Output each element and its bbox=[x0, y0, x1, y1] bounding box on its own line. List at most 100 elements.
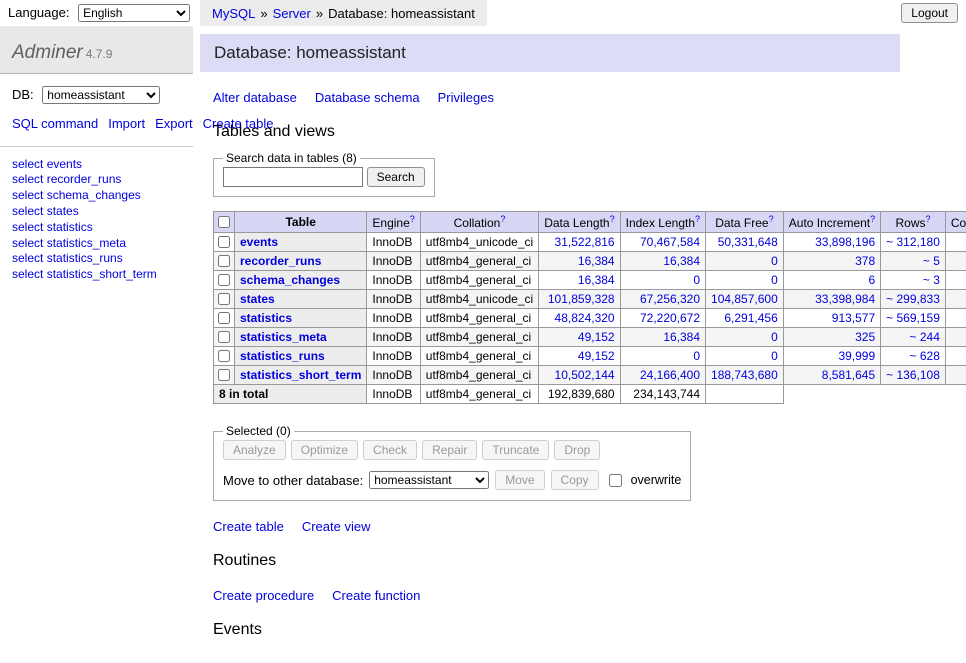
index-length-link-states[interactable]: 67,256,320 bbox=[640, 292, 700, 306]
data-free-link-statistics[interactable]: 6,291,456 bbox=[724, 311, 777, 325]
table-name-link-events[interactable]: events bbox=[240, 235, 278, 249]
help-link-collation[interactable]: ? bbox=[500, 214, 505, 224]
data-free-link-schema-changes[interactable]: 0 bbox=[771, 273, 778, 287]
row-checkbox-statistics-short-term[interactable] bbox=[218, 369, 230, 381]
drop-button[interactable]: Drop bbox=[554, 440, 600, 460]
index-length-link-schema-changes[interactable]: 0 bbox=[693, 273, 700, 287]
table-name-link-schema-changes[interactable]: schema_changes bbox=[240, 273, 340, 287]
auto-increment-link-states[interactable]: 33,398,984 bbox=[815, 292, 875, 306]
logout-button[interactable]: Logout bbox=[901, 3, 958, 23]
breadcrumb-link-mysql[interactable]: MySQL bbox=[212, 6, 255, 21]
table-link-states[interactable]: states bbox=[47, 204, 79, 218]
menu-link-import[interactable]: Import bbox=[108, 116, 145, 131]
rows-link-events[interactable]: ~ 312,180 bbox=[886, 235, 940, 249]
action-link-database-schema[interactable]: Database schema bbox=[315, 90, 420, 105]
data-length-link-statistics-meta[interactable]: 49,152 bbox=[578, 330, 615, 344]
help-link-index-length[interactable]: ? bbox=[695, 214, 700, 224]
select-link-schema-changes[interactable]: select bbox=[12, 188, 43, 202]
table-name-link-states[interactable]: states bbox=[240, 292, 275, 306]
data-free-link-statistics-short-term[interactable]: 188,743,680 bbox=[711, 368, 778, 382]
row-checkbox-statistics[interactable] bbox=[218, 312, 230, 324]
help-link-data-free[interactable]: ? bbox=[769, 214, 774, 224]
row-checkbox-states[interactable] bbox=[218, 293, 230, 305]
select-link-statistics-meta[interactable]: select bbox=[12, 236, 43, 250]
data-free-link-states[interactable]: 104,857,600 bbox=[711, 292, 778, 306]
select-link-recorder-runs[interactable]: select bbox=[12, 172, 43, 186]
menu-link-create-table[interactable]: Create table bbox=[203, 116, 274, 131]
table-link-recorder-runs[interactable]: recorder_runs bbox=[47, 172, 122, 186]
data-length-link-schema-changes[interactable]: 16,384 bbox=[578, 273, 615, 287]
table-name-link-statistics-short-term[interactable]: statistics_short_term bbox=[240, 368, 361, 382]
truncate-button[interactable]: Truncate bbox=[482, 440, 549, 460]
table-name-link-statistics[interactable]: statistics bbox=[240, 311, 292, 325]
select-link-statistics-runs[interactable]: select bbox=[12, 251, 43, 265]
move-db-select[interactable]: homeassistant bbox=[369, 471, 489, 489]
row-checkbox-statistics-meta[interactable] bbox=[218, 331, 230, 343]
table-name-link-statistics-meta[interactable]: statistics_meta bbox=[240, 330, 327, 344]
table-link-statistics[interactable]: statistics bbox=[47, 220, 93, 234]
action-link-privileges[interactable]: Privileges bbox=[438, 90, 494, 105]
overwrite-checkbox[interactable] bbox=[609, 474, 622, 487]
rows-link-recorder-runs[interactable]: ~ 5 bbox=[923, 254, 940, 268]
row-checkbox-schema-changes[interactable] bbox=[218, 274, 230, 286]
data-length-link-statistics-short-term[interactable]: 10,502,144 bbox=[555, 368, 615, 382]
select-link-events[interactable]: select bbox=[12, 157, 43, 171]
action-link-alter-database[interactable]: Alter database bbox=[213, 90, 297, 105]
auto-increment-link-statistics[interactable]: 913,577 bbox=[832, 311, 875, 325]
index-length-link-statistics-meta[interactable]: 16,384 bbox=[663, 330, 700, 344]
data-length-link-statistics-runs[interactable]: 49,152 bbox=[578, 349, 615, 363]
check-button[interactable]: Check bbox=[363, 440, 417, 460]
index-length-link-recorder-runs[interactable]: 16,384 bbox=[663, 254, 700, 268]
language-select[interactable]: English bbox=[78, 4, 190, 22]
table-link-schema-changes[interactable]: schema_changes bbox=[47, 188, 141, 202]
row-checkbox-events[interactable] bbox=[218, 236, 230, 248]
search-input[interactable] bbox=[223, 167, 363, 187]
help-link-engine[interactable]: ? bbox=[410, 214, 415, 224]
auto-increment-link-statistics-meta[interactable]: 325 bbox=[855, 330, 875, 344]
help-link-rows[interactable]: ? bbox=[926, 214, 931, 224]
analyze-button[interactable]: Analyze bbox=[223, 440, 286, 460]
data-free-link-recorder-runs[interactable]: 0 bbox=[771, 254, 778, 268]
auto-increment-link-recorder-runs[interactable]: 378 bbox=[855, 254, 875, 268]
data-length-link-recorder-runs[interactable]: 16,384 bbox=[578, 254, 615, 268]
repair-button[interactable]: Repair bbox=[422, 440, 477, 460]
index-length-link-statistics-runs[interactable]: 0 bbox=[693, 349, 700, 363]
rows-link-statistics-short-term[interactable]: ~ 136,108 bbox=[886, 368, 940, 382]
rows-link-statistics[interactable]: ~ 569,159 bbox=[886, 311, 940, 325]
data-length-link-statistics[interactable]: 48,824,320 bbox=[555, 311, 615, 325]
data-free-link-events[interactable]: 50,331,648 bbox=[718, 235, 778, 249]
index-length-link-statistics[interactable]: 72,220,672 bbox=[640, 311, 700, 325]
select-link-statistics[interactable]: select bbox=[12, 220, 43, 234]
help-link-auto-increment[interactable]: ? bbox=[870, 214, 875, 224]
auto-increment-link-statistics-runs[interactable]: 39,999 bbox=[838, 349, 875, 363]
rows-link-states[interactable]: ~ 299,833 bbox=[886, 292, 940, 306]
table-link-events[interactable]: events bbox=[47, 157, 82, 171]
db-select[interactable]: homeassistant bbox=[42, 86, 160, 104]
index-length-link-statistics-short-term[interactable]: 24,166,400 bbox=[640, 368, 700, 382]
auto-increment-link-schema-changes[interactable]: 6 bbox=[868, 273, 875, 287]
rows-link-schema-changes[interactable]: ~ 3 bbox=[923, 273, 940, 287]
data-length-link-states[interactable]: 101,859,328 bbox=[548, 292, 615, 306]
routine-link-create-function[interactable]: Create function bbox=[332, 588, 420, 603]
create-link-create-view[interactable]: Create view bbox=[302, 519, 371, 534]
auto-increment-link-statistics-short-term[interactable]: 8,581,645 bbox=[822, 368, 875, 382]
data-free-link-statistics-runs[interactable]: 0 bbox=[771, 349, 778, 363]
select-all-checkbox[interactable] bbox=[218, 216, 230, 228]
table-name-link-statistics-runs[interactable]: statistics_runs bbox=[240, 349, 325, 363]
copy-button[interactable]: Copy bbox=[551, 470, 599, 490]
row-checkbox-recorder-runs[interactable] bbox=[218, 255, 230, 267]
table-name-link-recorder-runs[interactable]: recorder_runs bbox=[240, 254, 321, 268]
table-link-statistics-meta[interactable]: statistics_meta bbox=[47, 236, 126, 250]
table-link-statistics-short-term[interactable]: statistics_short_term bbox=[47, 267, 157, 281]
rows-link-statistics-runs[interactable]: ~ 628 bbox=[910, 349, 940, 363]
table-link-statistics-runs[interactable]: statistics_runs bbox=[47, 251, 123, 265]
rows-link-statistics-meta[interactable]: ~ 244 bbox=[910, 330, 940, 344]
select-link-states[interactable]: select bbox=[12, 204, 43, 218]
routine-link-create-procedure[interactable]: Create procedure bbox=[213, 588, 314, 603]
auto-increment-link-events[interactable]: 33,898,196 bbox=[815, 235, 875, 249]
select-link-statistics-short-term[interactable]: select bbox=[12, 267, 43, 281]
index-length-link-events[interactable]: 70,467,584 bbox=[640, 235, 700, 249]
help-link-data-length[interactable]: ? bbox=[610, 214, 615, 224]
data-length-link-events[interactable]: 31,522,816 bbox=[555, 235, 615, 249]
move-button[interactable]: Move bbox=[495, 470, 544, 490]
